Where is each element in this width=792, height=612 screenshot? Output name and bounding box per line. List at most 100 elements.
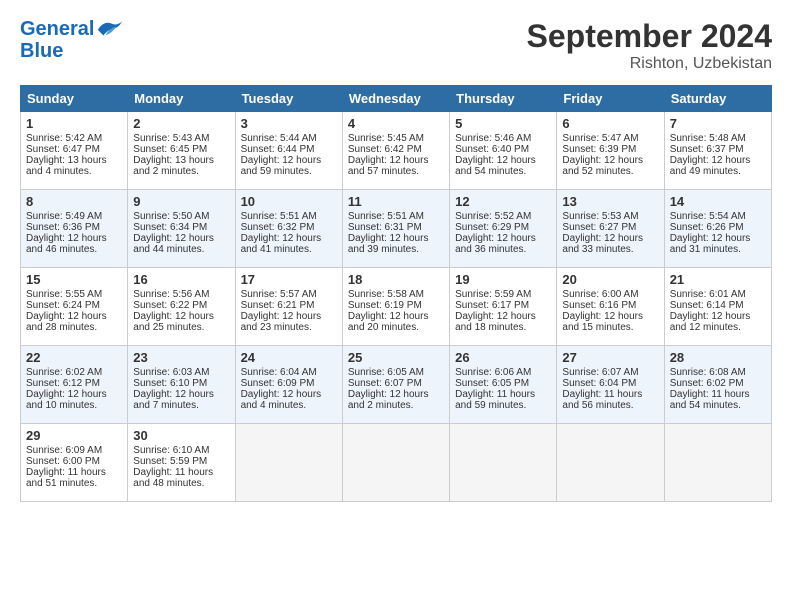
- daylight-label: Daylight: 12 hours and 46 minutes.: [26, 233, 107, 255]
- daylight-label: Daylight: 11 hours and 54 minutes.: [670, 389, 750, 411]
- sunset-label: Sunset: 6:07 PM: [348, 378, 422, 389]
- calendar-cell: 28Sunrise: 6:08 AMSunset: 6:02 PMDayligh…: [664, 346, 771, 424]
- sunrise-label: Sunrise: 5:46 AM: [455, 133, 531, 144]
- daylight-label: Daylight: 12 hours and 57 minutes.: [348, 155, 429, 177]
- calendar-cell: 16 Sunrise: 5:56 AMSunset: 6:22 PMDayligh…: [128, 268, 235, 346]
- sunset-label: Sunset: 6:47 PM: [26, 144, 100, 155]
- calendar-cell: 1 Sunrise: 5:42 AMSunset: 6:47 PMDaylight…: [21, 112, 128, 190]
- calendar-week-row: 1Sunrise: 5:42 AMSunset: 6:47 PMDaylight…: [21, 112, 772, 190]
- daylight-label: Daylight: 13 hours and 4 minutes.: [26, 155, 107, 177]
- calendar-table: SundayMondayTuesdayWednesdayThursdayFrid…: [20, 85, 772, 502]
- sunrise-label: Sunrise: 6:05 AM: [348, 367, 424, 378]
- sunset-label: Sunset: 6:22 PM: [133, 300, 207, 311]
- sunset-label: Sunset: 6:24 PM: [26, 300, 100, 311]
- sunrise-label: Sunrise: 5:56 AM: [133, 289, 209, 300]
- day-number: 16: [133, 272, 229, 287]
- day-number: 24: [241, 350, 337, 365]
- sunrise-label: Sunrise: 5:47 AM: [562, 133, 638, 144]
- calendar-cell: 30Sunrise: 6:10 AMSunset: 5:59 PMDayligh…: [128, 424, 235, 502]
- sunset-label: Sunset: 6:42 PM: [348, 144, 422, 155]
- sunset-label: Sunset: 6:00 PM: [26, 456, 100, 467]
- daylight-label: Daylight: 11 hours and 51 minutes.: [26, 467, 106, 489]
- sunrise-label: Sunrise: 5:55 AM: [26, 289, 102, 300]
- col-header-monday: Monday: [128, 86, 235, 112]
- sunrise-label: Sunrise: 5:51 AM: [348, 211, 424, 222]
- sunset-label: Sunset: 6:36 PM: [26, 222, 100, 233]
- sunset-label: Sunset: 6:19 PM: [348, 300, 422, 311]
- calendar-cell: 26Sunrise: 6:06 AMSunset: 6:05 PMDayligh…: [450, 346, 557, 424]
- sunset-label: Sunset: 6:31 PM: [348, 222, 422, 233]
- sunset-label: Sunset: 6:26 PM: [670, 222, 744, 233]
- daylight-label: Daylight: 12 hours and 10 minutes.: [26, 389, 107, 411]
- sunrise-label: Sunrise: 6:09 AM: [26, 445, 102, 456]
- day-number: 22: [26, 350, 122, 365]
- sunset-label: Sunset: 6:39 PM: [562, 144, 636, 155]
- calendar-cell: 27Sunrise: 6:07 AMSunset: 6:04 PMDayligh…: [557, 346, 664, 424]
- day-number: 25: [348, 350, 444, 365]
- sunset-label: Sunset: 6:40 PM: [455, 144, 529, 155]
- daylight-label: Daylight: 12 hours and 44 minutes.: [133, 233, 214, 255]
- day-number: 20: [562, 272, 658, 287]
- day-number: 4: [348, 116, 444, 131]
- daylight-label: Daylight: 12 hours and 52 minutes.: [562, 155, 643, 177]
- col-header-thursday: Thursday: [450, 86, 557, 112]
- sunset-label: Sunset: 6:02 PM: [670, 378, 744, 389]
- calendar-cell: 5Sunrise: 5:46 AMSunset: 6:40 PMDaylight…: [450, 112, 557, 190]
- day-number: 18: [348, 272, 444, 287]
- col-header-friday: Friday: [557, 86, 664, 112]
- daylight-label: Daylight: 12 hours and 54 minutes.: [455, 155, 536, 177]
- daylight-label: Daylight: 12 hours and 36 minutes.: [455, 233, 536, 255]
- sunset-label: Sunset: 6:16 PM: [562, 300, 636, 311]
- daylight-label: Daylight: 12 hours and 4 minutes.: [241, 389, 322, 411]
- day-number: 6: [562, 116, 658, 131]
- calendar-cell: 13Sunrise: 5:53 AMSunset: 6:27 PMDayligh…: [557, 190, 664, 268]
- sunrise-label: Sunrise: 6:10 AM: [133, 445, 209, 456]
- sunrise-label: Sunrise: 5:42 AM: [26, 133, 102, 144]
- daylight-label: Daylight: 12 hours and 33 minutes.: [562, 233, 643, 255]
- sunrise-label: Sunrise: 5:51 AM: [241, 211, 317, 222]
- col-header-sunday: Sunday: [21, 86, 128, 112]
- daylight-label: Daylight: 12 hours and 31 minutes.: [670, 233, 751, 255]
- day-number: 1: [26, 116, 122, 131]
- col-header-saturday: Saturday: [664, 86, 771, 112]
- sunset-label: Sunset: 6:14 PM: [670, 300, 744, 311]
- sunrise-label: Sunrise: 6:04 AM: [241, 367, 317, 378]
- day-number: 30: [133, 428, 229, 443]
- calendar-cell: 19Sunrise: 5:59 AMSunset: 6:17 PMDayligh…: [450, 268, 557, 346]
- sunset-label: Sunset: 6:32 PM: [241, 222, 315, 233]
- header: General Blue September 2024 Rishton, Uzb…: [20, 18, 772, 73]
- daylight-label: Daylight: 12 hours and 7 minutes.: [133, 389, 214, 411]
- sunrise-label: Sunrise: 6:01 AM: [670, 289, 746, 300]
- sunset-label: Sunset: 6:34 PM: [133, 222, 207, 233]
- day-number: 21: [670, 272, 766, 287]
- sunset-label: Sunset: 5:59 PM: [133, 456, 207, 467]
- logo: General Blue: [20, 18, 124, 62]
- daylight-label: Daylight: 12 hours and 2 minutes.: [348, 389, 429, 411]
- day-number: 27: [562, 350, 658, 365]
- sunrise-label: Sunrise: 5:49 AM: [26, 211, 102, 222]
- daylight-label: Daylight: 12 hours and 49 minutes.: [670, 155, 751, 177]
- day-number: 15: [26, 272, 122, 287]
- daylight-label: Daylight: 12 hours and 25 minutes.: [133, 311, 214, 333]
- daylight-label: Daylight: 12 hours and 12 minutes.: [670, 311, 751, 333]
- daylight-label: Daylight: 12 hours and 41 minutes.: [241, 233, 322, 255]
- sunrise-label: Sunrise: 6:07 AM: [562, 367, 638, 378]
- calendar-cell: 12Sunrise: 5:52 AMSunset: 6:29 PMDayligh…: [450, 190, 557, 268]
- day-number: 28: [670, 350, 766, 365]
- daylight-label: Daylight: 13 hours and 2 minutes.: [133, 155, 214, 177]
- logo-bird-icon: [96, 18, 124, 40]
- day-number: 9: [133, 194, 229, 209]
- day-number: 8: [26, 194, 122, 209]
- daylight-label: Daylight: 12 hours and 28 minutes.: [26, 311, 107, 333]
- daylight-label: Daylight: 12 hours and 18 minutes.: [455, 311, 536, 333]
- day-number: 29: [26, 428, 122, 443]
- daylight-label: Daylight: 11 hours and 59 minutes.: [455, 389, 535, 411]
- location-title: Rishton, Uzbekistan: [527, 55, 772, 73]
- sunset-label: Sunset: 6:37 PM: [670, 144, 744, 155]
- day-number: 11: [348, 194, 444, 209]
- calendar-cell: 20Sunrise: 6:00 AMSunset: 6:16 PMDayligh…: [557, 268, 664, 346]
- calendar-cell: 6 Sunrise: 5:47 AMSunset: 6:39 PMDaylight…: [557, 112, 664, 190]
- calendar-cell: 4Sunrise: 5:45 AMSunset: 6:42 PMDaylight…: [342, 112, 449, 190]
- page: General Blue September 2024 Rishton, Uzb…: [0, 0, 792, 512]
- day-number: 3: [241, 116, 337, 131]
